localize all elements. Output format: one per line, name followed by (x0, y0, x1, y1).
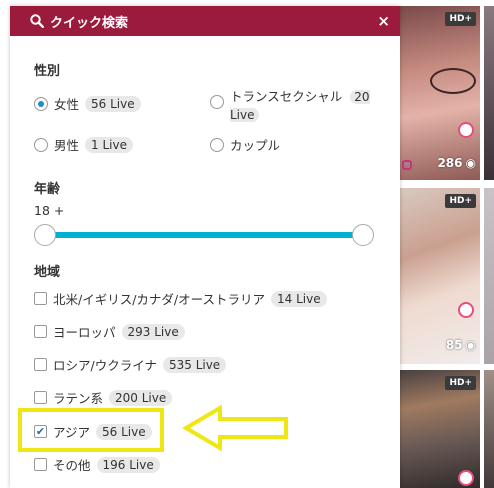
close-icon[interactable]: × (377, 12, 390, 30)
hd-badge: HD+ (445, 194, 476, 208)
radio-button[interactable] (34, 96, 48, 111)
gender-section-title: 性別 (34, 64, 61, 79)
live-count-badge: 196 Live (96, 456, 160, 473)
option-label: 女性 (54, 97, 80, 112)
region-option-north-america[interactable]: 北米/イギリス/カナダ/オーストラリア 14 Live (34, 289, 327, 308)
live-count-badge: 56 Live (85, 95, 141, 112)
model-thumbnail[interactable]: HD+ (400, 370, 480, 488)
region-option-europe[interactable]: ヨーロッパ 293 Live (34, 322, 185, 341)
live-logo-icon (458, 302, 474, 318)
gender-option-female[interactable]: 女性 56 Live (34, 94, 141, 113)
checkbox[interactable] (34, 391, 47, 404)
age-section-title: 年齢 (34, 182, 61, 197)
live-count-badge: 293 Live (121, 323, 185, 340)
gender-option-couple[interactable]: カップル (210, 135, 280, 154)
eye-icon: ◉ (465, 156, 476, 170)
live-count-badge: 1 Live (85, 136, 133, 153)
region-option-russia-ukraine[interactable]: ロシア/ウクライナ 535 Live (34, 355, 227, 374)
option-label: ロシア/ウクライナ (53, 358, 157, 373)
age-range-value: 18 + (34, 203, 65, 218)
viewer-count: 85 ◉ (445, 338, 476, 352)
option-label: 男性 (54, 138, 80, 153)
thumbnail-edge (484, 6, 494, 180)
option-label: 北米/イギリス/カナダ/オーストラリア (53, 292, 266, 307)
viewer-count: 286 ◉ (437, 156, 476, 170)
region-option-other[interactable]: その他 196 Live (34, 455, 160, 474)
live-logo-icon (458, 122, 474, 138)
eye-icon: ◉ (465, 338, 476, 352)
panel-title: クイック検索 (50, 15, 129, 31)
radio-button[interactable] (210, 137, 224, 152)
hd-badge: HD+ (445, 12, 476, 26)
thumbnail-edge (484, 188, 494, 364)
checkbox[interactable] (34, 292, 47, 305)
option-label: カップル (230, 138, 281, 153)
radio-button[interactable] (34, 137, 48, 152)
model-thumbnail[interactable]: HD+ 85 ◉ (400, 188, 480, 364)
live-count-badge: 14 Live (271, 290, 327, 307)
pointer-arrow-icon (182, 404, 288, 452)
option-label: ラテン系 (53, 391, 104, 406)
live-count-badge: 535 Live (162, 356, 227, 373)
thumbnail-strip: HD+ 286 ◉ HD+ 85 ◉ HD+ (396, 0, 494, 488)
option-label: その他 (53, 458, 91, 473)
model-thumbnail[interactable]: HD+ 286 ◉ (400, 6, 480, 180)
checkbox[interactable] (34, 358, 47, 371)
live-count-badge: 200 Live (109, 389, 173, 406)
age-slider-min-handle[interactable] (34, 224, 56, 246)
live-logo-icon (458, 470, 474, 486)
gender-option-transsexual[interactable]: トランスセクシャル 20 Live (210, 88, 380, 124)
age-slider-track[interactable] (44, 232, 362, 238)
option-label-wrap: トランスセクシャル 20 Live (230, 88, 376, 124)
gender-option-male[interactable]: 男性 1 Live (34, 135, 133, 154)
radio-button[interactable] (210, 95, 224, 109)
highlight-box (18, 408, 164, 452)
search-icon (30, 14, 44, 28)
hd-badge: HD+ (445, 376, 476, 390)
checkbox[interactable] (34, 458, 47, 471)
region-option-latin[interactable]: ラテン系 200 Live (34, 388, 173, 407)
thumbnail-edge (484, 370, 494, 488)
option-label: トランスセクシャル (230, 89, 343, 104)
glasses-shape (430, 68, 476, 94)
panel-header: クイック検索 × (10, 6, 400, 36)
age-slider-max-handle[interactable] (352, 224, 374, 246)
region-section-title: 地域 (34, 265, 61, 280)
instagram-icon (402, 160, 412, 170)
option-label: ヨーロッパ (53, 325, 116, 340)
checkbox[interactable] (34, 325, 47, 338)
